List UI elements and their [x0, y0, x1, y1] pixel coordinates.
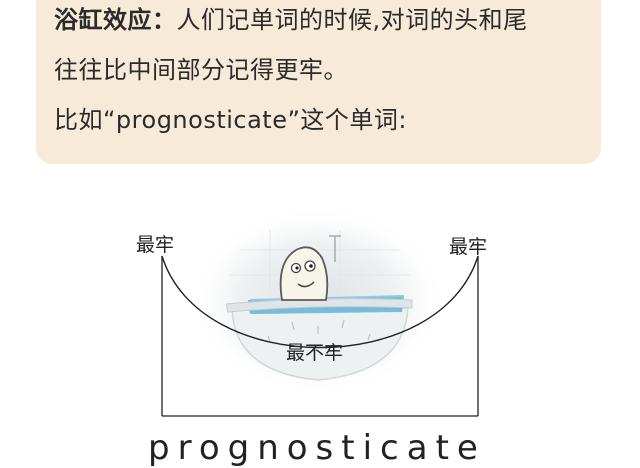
- example-word: prognosticate: [148, 428, 486, 468]
- label-strongest-left: 最牢: [136, 234, 175, 256]
- bathtub-svg: [161, 205, 479, 417]
- bathtub-diagram: 最牢 最牢 最不牢 prognosticate: [0, 0, 640, 468]
- label-weakest-middle: 最不牢: [286, 342, 344, 364]
- label-strongest-right: 最牢: [449, 236, 488, 258]
